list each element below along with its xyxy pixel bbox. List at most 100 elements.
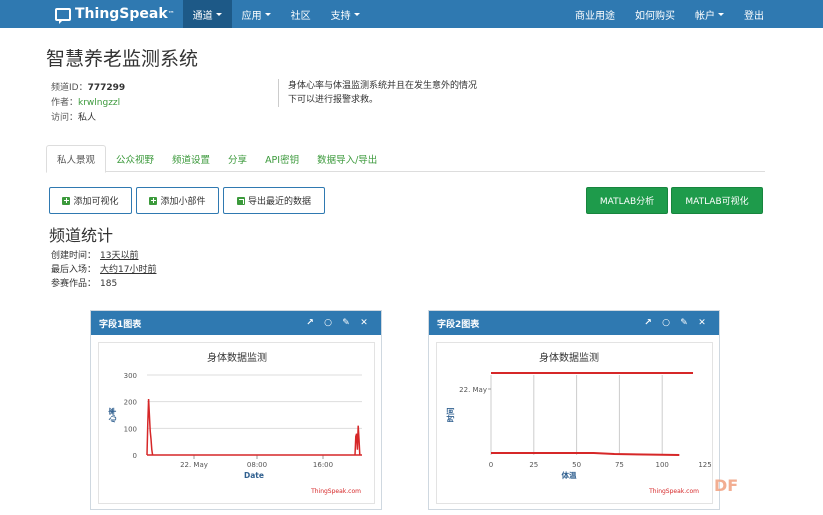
created-value: 13天以前 (100, 251, 139, 261)
caret-down-icon (353, 12, 360, 16)
brand-tm: ™ (167, 10, 175, 18)
right-item-label: 帐户 (695, 10, 715, 22)
tab-3[interactable]: 分享 (220, 145, 255, 172)
chart2-xlabel: 体温 (562, 470, 577, 480)
last-entry-label: 最后入场： (51, 265, 97, 275)
left-item-0[interactable]: 通道 (182, 0, 232, 28)
tab-0[interactable]: 私人景观 (46, 145, 107, 173)
tab-5[interactable]: 数据导入/导出 (309, 145, 385, 172)
field1-chart-header: 字段1图表 ↗ ○ ✎ ✕ (91, 311, 381, 335)
left-item-label: 通道 (192, 10, 213, 22)
matlab-analysis-button[interactable]: MATLAB分析 (586, 187, 668, 214)
tab-2[interactable]: 频道设置 (164, 145, 218, 172)
brand-name: ThingSpeak (75, 6, 168, 22)
export-recent-label: 导出最近的数据 (247, 197, 311, 207)
chart1-ytick: 200 (124, 399, 137, 407)
chart1-series-end (354, 425, 361, 456)
chart1-ylabel: 心率 (107, 407, 117, 422)
tab-4[interactable]: API密钥 (257, 145, 307, 172)
open-external-icon[interactable]: ↗ (639, 318, 657, 328)
field2-chart-svg: 身体数据监测 0 25 50 75 100 125 22. May 体温 时间 ThingSpeak… (445, 351, 712, 495)
access-value: 私人 (78, 113, 97, 123)
chart2-ylabel: 时间 (445, 408, 455, 423)
right-item-2[interactable]: 帐户 (685, 0, 734, 28)
speech-bubble-icon (55, 7, 71, 24)
chart2-xtick: 125 (698, 461, 711, 469)
right-item-0[interactable]: 商业用途 (565, 0, 625, 28)
chart1-credit: ThingSpeak.com (310, 488, 361, 495)
channel-description: 身体心率与体温监测系统并且在发生意外的情况 下可以进行报警求救。 (278, 79, 518, 107)
chart1-series-start (146, 398, 154, 456)
chart2-xtick: 50 (572, 461, 581, 469)
tab-1[interactable]: 公众视野 (108, 145, 162, 172)
chart1-title: 身体数据监测 (207, 351, 267, 364)
field1-chart-card: 字段1图表 ↗ ○ ✎ ✕ 身体数据监测 0 100 200 300 22. May 08:… (90, 310, 382, 510)
chart1-ytick: 100 (124, 425, 137, 433)
chart2-xtick: 100 (656, 461, 669, 469)
chart2-xtick: 75 (615, 461, 624, 469)
export-icon (236, 196, 245, 205)
left-item-label: 支持 (330, 10, 351, 22)
edit-pencil-icon[interactable]: ✎ (675, 318, 693, 328)
chart1-xtick: 16:00 (313, 461, 333, 469)
field1-chart-title: 字段1图表 (99, 319, 142, 330)
page-title: 智慧养老监测系统 (46, 48, 199, 70)
open-external-icon[interactable]: ↗ (301, 318, 319, 328)
field2-chart-body: 身体数据监测 0 25 50 75 100 125 22. May 体温 时间 ThingSpeak… (436, 342, 713, 504)
caret-down-icon (264, 12, 271, 16)
right-item-label: 商业用途 (575, 10, 615, 22)
chart1-xlabel: Date (244, 471, 264, 480)
nav-left-menu: 通道 应用 社区 支持 (182, 0, 370, 28)
author-link[interactable]: krwlngzzl (78, 98, 120, 108)
nav-right-menu: 商业用途 如何购买 帐户 登出 (565, 0, 774, 28)
entries-value: 185 (100, 279, 118, 289)
field2-chart-header: 字段2图表 ↗ ○ ✎ ✕ (429, 311, 719, 335)
chart2-ytick: 22. May (459, 386, 487, 394)
created-label: 创建时间： (51, 251, 97, 261)
add-widget-label: 添加小部件 (160, 197, 206, 207)
field2-chart-card: 字段2图表 ↗ ○ ✎ ✕ 身体数据监测 0 25 50 75 100 125 22. May… (428, 310, 720, 510)
add-visualization-label: 添加可视化 (73, 197, 119, 207)
plus-icon (149, 196, 158, 205)
left-item-2[interactable]: 社区 (281, 0, 321, 28)
right-item-3[interactable]: 登出 (734, 0, 774, 28)
chart1-xtick: 08:00 (247, 461, 267, 469)
comment-icon[interactable]: ○ (657, 318, 675, 328)
left-item-label: 应用 (241, 10, 262, 22)
comment-icon[interactable]: ○ (319, 318, 337, 328)
chart2-series-bottom (491, 452, 680, 456)
field1-chart-body: 身体数据监测 0 100 200 300 22. May 08:00 16:00 Date 心率 T… (98, 342, 375, 504)
export-recent-data-button[interactable]: 导出最近的数据 (223, 187, 325, 214)
channel-meta: 频道ID：777299 作者：krwlngzzl 访问：私人 (51, 81, 125, 126)
add-visualization-button[interactable]: 添加可视化 (49, 187, 132, 214)
chart2-xtick: 0 (489, 461, 493, 469)
close-icon[interactable]: ✕ (355, 318, 373, 328)
chart1-ytick: 0 (133, 452, 137, 460)
last-entry-value: 大约17小时前 (100, 265, 157, 275)
chart1-xtick: 22. May (180, 461, 208, 469)
right-item-1[interactable]: 如何购买 (625, 0, 685, 28)
plus-icon (62, 196, 71, 205)
close-icon[interactable]: ✕ (693, 318, 711, 328)
field1-chart-svg: 身体数据监测 0 100 200 300 22. May 08:00 16:00 Date 心率 T… (107, 351, 362, 495)
description-line-1: 身体心率与体温监测系统并且在发生意外的情况 (288, 81, 478, 91)
field2-chart-title: 字段2图表 (437, 319, 480, 330)
left-item-3[interactable]: 支持 (321, 0, 370, 28)
chart2-credit: ThingSpeak.com (648, 488, 699, 495)
channel-id: 777299 (87, 83, 126, 93)
right-item-label: 如何购买 (635, 10, 675, 22)
caret-down-icon (718, 12, 724, 16)
left-item-1[interactable]: 应用 (232, 0, 281, 28)
df-watermark-logo: DF (714, 476, 739, 495)
chart2-xtick: 25 (529, 461, 538, 469)
matlab-visualization-button[interactable]: MATLAB可视化 (671, 187, 763, 214)
left-item-label: 社区 (290, 10, 311, 22)
entries-label: 参赛作品： (51, 279, 97, 289)
thingspeak-logo[interactable]: ThingSpeak ™ (55, 0, 175, 28)
edit-pencil-icon[interactable]: ✎ (337, 318, 355, 328)
channel-stats-title: 频道统计 (49, 226, 114, 245)
add-widget-button[interactable]: 添加小部件 (136, 187, 219, 214)
author-label: 作者： (51, 98, 79, 108)
top-navbar: ThingSpeak ™ 通道 应用 社区 支持 商业用途 如何购买 帐户 登出 (0, 0, 823, 28)
description-line-2: 下可以进行报警求救。 (288, 95, 379, 105)
